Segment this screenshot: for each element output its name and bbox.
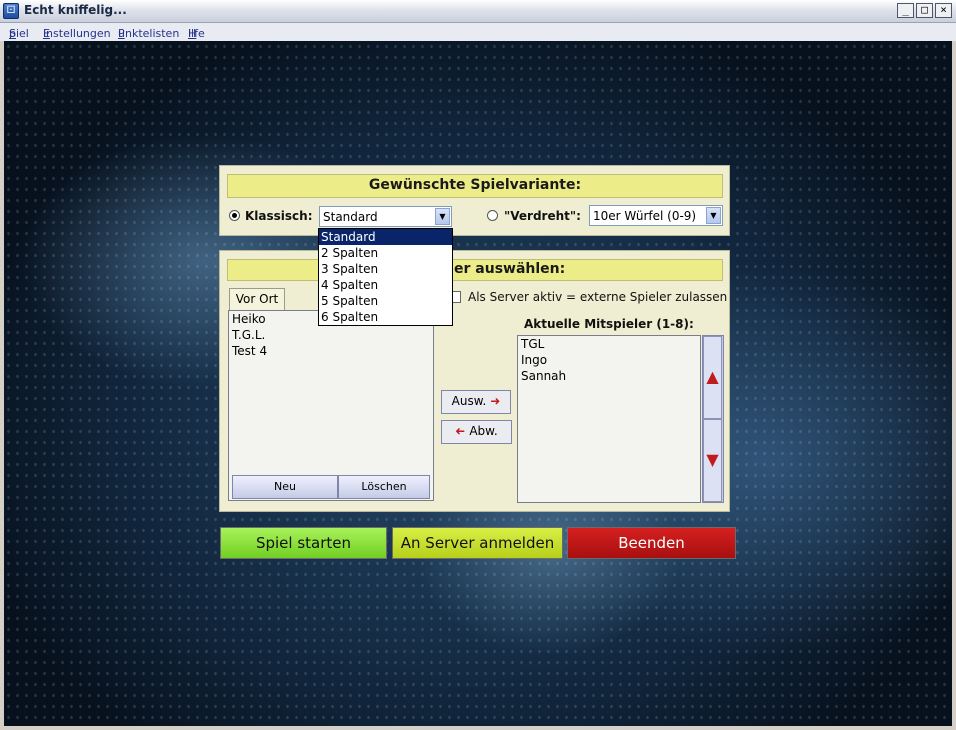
klassisch-dropdown-list: Standard 2 Spalten 3 Spalten 4 Spalten 5… <box>318 228 453 326</box>
window-title: Echt kniffelig... <box>24 3 127 17</box>
dropdown-option[interactable]: 4 Spalten <box>319 277 452 293</box>
quit-button[interactable]: Beenden <box>567 527 736 559</box>
list-item[interactable]: T.G.L. <box>229 327 433 343</box>
deselect-player-label: Abw. <box>469 424 498 438</box>
server-login-button[interactable]: An Server anmelden <box>392 527 563 559</box>
players-panel: er auswählen: Vor Ort Heiko T.G.L. Test … <box>219 250 730 512</box>
local-players-list[interactable]: Heiko T.G.L. Test 4 <box>228 310 434 501</box>
list-item[interactable]: Test 4 <box>229 343 433 359</box>
current-players-label: Aktuelle Mitspieler (1-8): <box>524 317 694 331</box>
list-item[interactable]: Ingo <box>518 352 700 368</box>
dropdown-option[interactable]: 3 Spalten <box>319 261 452 277</box>
dropdown-option[interactable]: 6 Spalten <box>319 309 452 325</box>
verdreht-label: "Verdreht": <box>504 209 581 223</box>
app-icon: ⚀ <box>3 3 19 19</box>
verdreht-radio[interactable] <box>487 210 498 221</box>
maximize-button[interactable]: □ <box>916 3 933 18</box>
window-frame-bottom <box>0 726 956 730</box>
close-button[interactable]: × <box>935 3 952 18</box>
deselect-player-button[interactable]: Abw. <box>441 420 512 444</box>
current-players-list[interactable]: TGL Ingo Sannah <box>517 335 701 503</box>
chevron-down-icon[interactable]: ▼ <box>435 208 450 225</box>
verdreht-select-value: 10er Würfel (0-9) <box>593 209 697 223</box>
verdreht-select[interactable]: 10er Würfel (0-9) ▼ <box>589 205 723 226</box>
tab-vor-ort[interactable]: Vor Ort <box>229 288 285 310</box>
select-player-button[interactable]: Ausw. <box>441 390 511 414</box>
reorder-track: ▲ ▼ <box>702 335 724 503</box>
server-checkbox-label: Als Server aktiv = externe Spieler zulas… <box>468 290 728 304</box>
dropdown-option[interactable]: 5 Spalten <box>319 293 452 309</box>
klassisch-radio[interactable] <box>229 210 240 221</box>
delete-player-button[interactable]: Löschen <box>338 475 430 499</box>
dropdown-option[interactable]: 2 Spalten <box>319 245 452 261</box>
new-player-button[interactable]: Neu <box>232 475 338 499</box>
klassisch-select-value: Standard <box>323 210 378 224</box>
start-game-button[interactable]: Spiel starten <box>220 527 387 559</box>
klassisch-label: Klassisch: <box>245 209 313 223</box>
klassisch-select[interactable]: Standard ▼ <box>319 206 452 227</box>
arrow-up-icon: ▲ <box>706 367 719 386</box>
move-down-button[interactable]: ▼ <box>703 419 722 502</box>
players-header-text: er auswählen: <box>454 261 566 277</box>
select-player-label: Ausw. <box>451 394 487 408</box>
window-controls: _ □ × <box>897 3 952 18</box>
players-header: er auswählen: <box>227 259 723 281</box>
list-item[interactable]: TGL <box>518 336 700 352</box>
move-up-button[interactable]: ▲ <box>703 336 722 419</box>
menu-bar: Spiel Einstellungen Punktelisten Hilfe <box>0 23 956 41</box>
minimize-button[interactable]: _ <box>897 3 914 18</box>
list-item[interactable]: Sannah <box>518 368 700 384</box>
variant-panel: Gewünschte Spielvariante: Klassisch: Sta… <box>219 165 730 236</box>
variant-header: Gewünschte Spielvariante: <box>227 174 723 198</box>
window-frame-right <box>952 41 956 730</box>
chevron-down-icon[interactable]: ▼ <box>706 207 721 224</box>
arrow-down-icon: ▼ <box>706 450 719 469</box>
dropdown-option[interactable]: Standard <box>319 229 452 245</box>
title-bar: ⚀ Echt kniffelig... _ □ × <box>0 0 956 23</box>
